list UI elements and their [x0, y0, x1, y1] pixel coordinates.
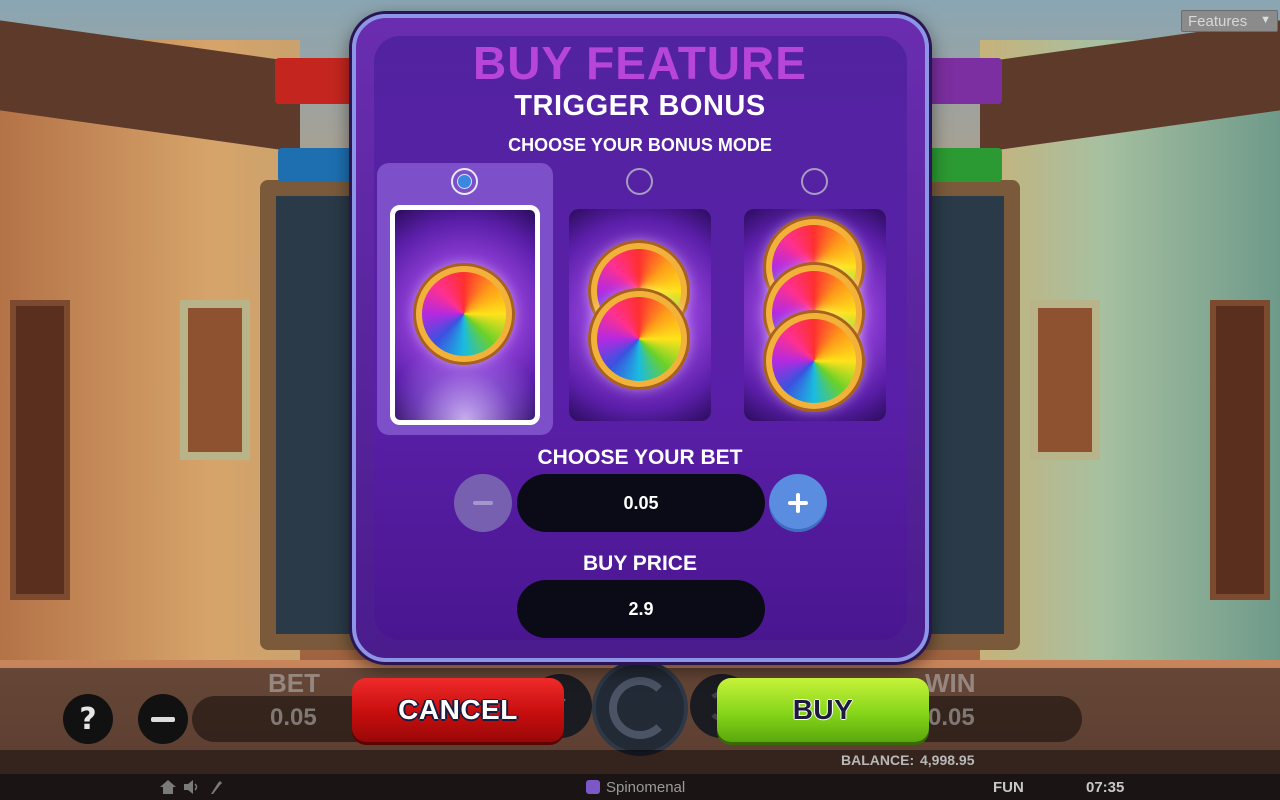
- buy-price-field: 2.9: [517, 580, 765, 638]
- bet-value: 0.05: [270, 704, 317, 731]
- spin-button[interactable]: [592, 660, 688, 756]
- buy-button[interactable]: BUY: [717, 678, 929, 742]
- play-mode-label: FUN: [993, 779, 1024, 796]
- bet-heading: CHOOSE YOUR BET: [537, 446, 743, 469]
- bonus-mode-option-1[interactable]: [377, 163, 553, 435]
- balance-label: BALANCE:: [841, 752, 915, 768]
- bonus-card-1[interactable]: [390, 205, 540, 425]
- settings-icon[interactable]: [208, 780, 224, 794]
- bet-value-field: 0.05: [517, 474, 765, 532]
- window-right: [1030, 300, 1100, 460]
- bonus-mode-option-2[interactable]: [552, 163, 728, 435]
- window-left: [180, 300, 250, 460]
- home-icon[interactable]: [160, 780, 176, 794]
- bonus-card-3[interactable]: [744, 209, 886, 421]
- bonus-mode-option-3[interactable]: [727, 163, 903, 435]
- status-bar: [0, 750, 1280, 774]
- minus-icon: [151, 716, 175, 722]
- rainbow-coin-icon: [766, 313, 862, 409]
- bonus-card-2[interactable]: [569, 209, 711, 421]
- sound-icon[interactable]: [184, 780, 200, 794]
- minus-icon: [473, 501, 493, 505]
- spin-icon: [609, 677, 671, 739]
- provider-logo-icon: [586, 780, 600, 794]
- help-icon: ?: [79, 701, 97, 737]
- cancel-button[interactable]: CANCEL: [352, 678, 564, 742]
- bet-title: BET: [268, 668, 320, 698]
- clock: 07:35: [1086, 779, 1125, 796]
- bet-increase-button[interactable]: [769, 474, 827, 532]
- rainbow-coin-icon: [591, 291, 687, 387]
- features-dropdown-label: Features: [1188, 12, 1248, 30]
- radio-selected-icon[interactable]: [451, 168, 478, 195]
- rainbow-coin-icon: [416, 266, 512, 362]
- plus-icon-vertical: [796, 493, 800, 513]
- bet-decrease-button[interactable]: [454, 474, 512, 532]
- provider-name: Spinomenal: [606, 779, 686, 796]
- modal-title: BUY FEATURE: [473, 37, 807, 89]
- bet-minus-button[interactable]: [138, 694, 188, 744]
- balance-value: 4,998.95: [920, 752, 975, 768]
- win-value: 0.05: [928, 704, 975, 731]
- radio-icon[interactable]: [626, 168, 653, 195]
- modal-subtitle: TRIGGER BONUS: [514, 90, 766, 122]
- chevron-down-icon: ▼: [1260, 14, 1271, 26]
- help-button[interactable]: ?: [63, 694, 113, 744]
- win-title: WIN: [925, 668, 976, 698]
- buy-price-heading: BUY PRICE: [583, 552, 697, 575]
- radio-icon[interactable]: [801, 168, 828, 195]
- bonus-mode-heading: CHOOSE YOUR BONUS MODE: [508, 135, 772, 155]
- features-dropdown[interactable]: Features ▼: [1181, 10, 1278, 32]
